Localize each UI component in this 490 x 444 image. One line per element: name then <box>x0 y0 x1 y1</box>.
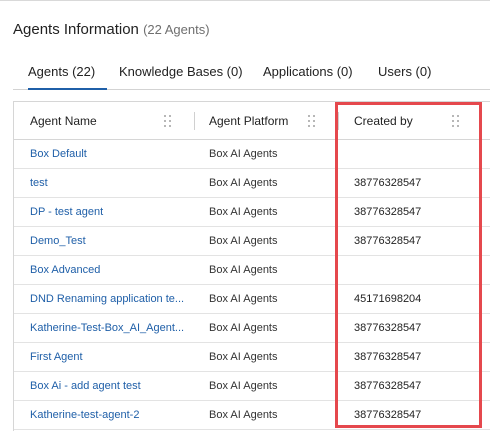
agent-name-link[interactable]: Katherine-Test-Box_AI_Agent... <box>30 322 184 334</box>
table-row[interactable]: Box Advanced Box AI Agents <box>14 256 490 285</box>
agent-platform-cell: Box AI Agents <box>209 293 278 305</box>
agent-platform-cell: Box AI Agents <box>209 264 278 276</box>
created-by-cell: 38776328547 <box>354 409 422 421</box>
tab-knowledge-bases[interactable]: Knowledge Bases (0) <box>119 64 243 90</box>
agents-table: Agent Name Agent Platform Created by Box… <box>13 101 490 431</box>
created-by-cell: 38776328547 <box>354 235 422 247</box>
agent-name-link[interactable]: Katherine-test-agent-2 <box>30 409 139 421</box>
agent-platform-cell: Box AI Agents <box>209 235 278 247</box>
page-title-text: Agents Information <box>13 21 139 38</box>
table-row[interactable]: Katherine-Test-Box_AI_Agent... Box AI Ag… <box>14 314 490 343</box>
agent-platform-cell: Box AI Agents <box>209 380 278 392</box>
agents-information-panel: Agents Information (22 Agents) Agents (2… <box>0 0 490 444</box>
agent-count: (22 Agents) <box>143 22 210 37</box>
agent-platform-cell: Box AI Agents <box>209 206 278 218</box>
agent-name-link[interactable]: Box Advanced <box>30 264 100 276</box>
agent-name-link[interactable]: Box Default <box>30 148 87 160</box>
table-row[interactable]: Demo_Test Box AI Agents 38776328547 <box>14 227 490 256</box>
tab-applications[interactable]: Applications (0) <box>263 64 353 90</box>
tab-agents[interactable]: Agents (22) <box>28 64 107 90</box>
table-row[interactable]: test Box AI Agents 38776328547 <box>14 169 490 198</box>
agent-name-link[interactable]: DP - test agent <box>30 206 103 218</box>
column-separator[interactable] <box>194 112 195 130</box>
column-header-created-by[interactable]: Created by <box>354 114 413 128</box>
drag-handle-icon[interactable] <box>452 115 460 127</box>
agent-name-link[interactable]: Demo_Test <box>30 235 86 247</box>
table-row[interactable]: Katherine-test-agent-2 Box AI Agents 387… <box>14 401 490 430</box>
agent-platform-cell: Box AI Agents <box>209 409 278 421</box>
table-row[interactable]: First Agent Box AI Agents 38776328547 <box>14 343 490 372</box>
agent-platform-cell: Box AI Agents <box>209 148 278 160</box>
tab-users[interactable]: Users (0) <box>378 64 431 90</box>
created-by-cell: 45171698204 <box>354 293 422 305</box>
agent-name-link[interactable]: test <box>30 177 48 189</box>
column-header-agent-platform[interactable]: Agent Platform <box>209 114 288 128</box>
agent-platform-cell: Box AI Agents <box>209 322 278 334</box>
table-row[interactable]: Box Ai - add agent test Box AI Agents 38… <box>14 372 490 401</box>
table-header: Agent Name Agent Platform Created by <box>14 102 490 140</box>
column-header-agent-name[interactable]: Agent Name <box>30 114 97 128</box>
tab-bar: Agents (22) Knowledge Bases (0) Applicat… <box>13 64 490 90</box>
top-divider <box>0 0 490 1</box>
table-row[interactable]: DP - test agent Box AI Agents 3877632854… <box>14 198 490 227</box>
page-title: Agents Information (22 Agents) <box>13 21 210 38</box>
table-row[interactable]: Box Default Box AI Agents <box>14 140 490 169</box>
created-by-cell: 38776328547 <box>354 380 422 392</box>
drag-handle-icon[interactable] <box>164 115 172 127</box>
column-separator[interactable] <box>338 112 339 130</box>
agent-platform-cell: Box AI Agents <box>209 177 278 189</box>
created-by-cell: 38776328547 <box>354 351 422 363</box>
table-row[interactable]: DND Renaming application te... Box AI Ag… <box>14 285 490 314</box>
created-by-cell: 38776328547 <box>354 177 422 189</box>
agent-platform-cell: Box AI Agents <box>209 351 278 363</box>
agent-name-link[interactable]: Box Ai - add agent test <box>30 380 141 392</box>
drag-handle-icon[interactable] <box>308 115 316 127</box>
agent-name-link[interactable]: DND Renaming application te... <box>30 293 184 305</box>
created-by-cell: 38776328547 <box>354 322 422 334</box>
agent-name-link[interactable]: First Agent <box>30 351 83 363</box>
created-by-cell: 38776328547 <box>354 206 422 218</box>
